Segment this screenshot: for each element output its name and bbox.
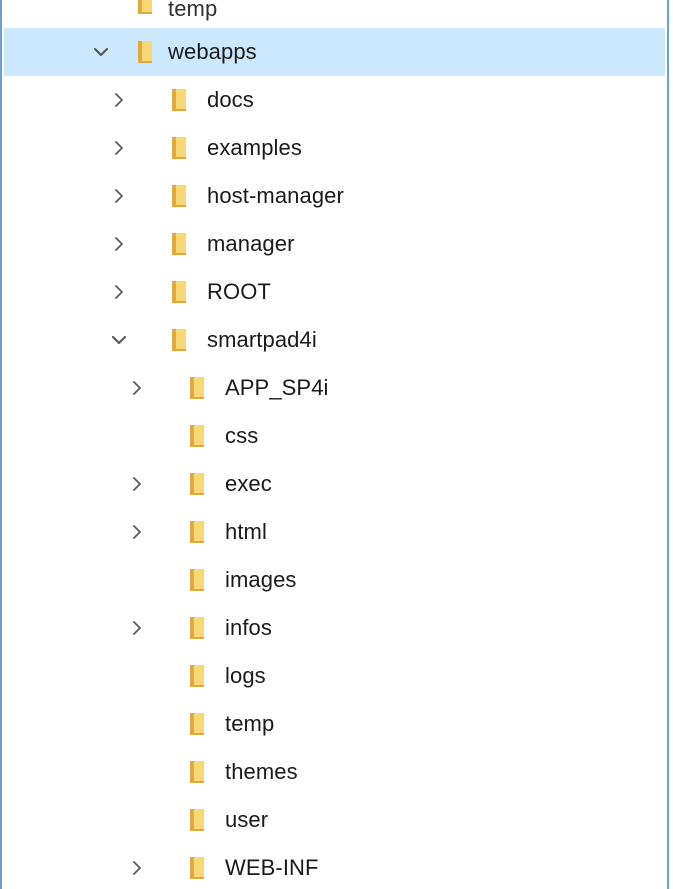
tree-item-smartpad4i[interactable]: smartpad4i — [4, 316, 665, 364]
tree-item-label: user — [225, 807, 269, 832]
folder-icon — [172, 233, 186, 255]
tree-item-label: html — [225, 519, 267, 544]
folder-icon — [190, 617, 204, 639]
tree-item-themes[interactable]: themes — [4, 748, 665, 796]
tree-item-label: APP_SP4i — [225, 375, 329, 400]
folder-icon — [190, 521, 204, 543]
tree-item-label: temp — [225, 711, 275, 736]
folder-icon — [190, 569, 204, 591]
tree-item-app-sp4i[interactable]: APP_SP4i — [4, 364, 665, 412]
tree-item-manager[interactable]: manager — [4, 220, 665, 268]
chevron-right-icon[interactable] — [107, 136, 131, 160]
folder-icon — [190, 473, 204, 495]
tree-item-exec[interactable]: exec — [4, 460, 665, 508]
tree-item-root[interactable]: ROOT — [4, 268, 665, 316]
tree-item-css[interactable]: css — [4, 412, 665, 460]
tree-item-label: themes — [225, 759, 298, 784]
folder-icon — [190, 857, 204, 879]
tree-item-label: docs — [207, 87, 254, 112]
chevron-right-icon[interactable] — [107, 88, 131, 112]
tree-item-label: images — [225, 567, 297, 592]
chevron-right-icon[interactable] — [125, 616, 149, 640]
tree-item-label: logs — [225, 663, 266, 688]
folder-icon — [190, 761, 204, 783]
tree-item-temp[interactable]: temp — [4, 0, 665, 26]
chevron-down-icon[interactable] — [107, 328, 131, 352]
folder-icon — [190, 665, 204, 687]
tree-item-docs[interactable]: docs — [4, 76, 665, 124]
tree-item-temp[interactable]: temp — [4, 700, 665, 748]
tree-item-label: css — [225, 423, 259, 448]
tree-item-infos[interactable]: infos — [4, 604, 665, 652]
navigation-pane: temp webapps docs examples host-manager manag… — [0, 0, 669, 889]
tree-item-label: infos — [225, 615, 272, 640]
tree-item-webapps[interactable]: webapps — [4, 28, 665, 76]
tree-item-html[interactable]: html — [4, 508, 665, 556]
tree-item-logs[interactable]: logs — [4, 652, 665, 700]
chevron-right-icon[interactable] — [125, 376, 149, 400]
folder-icon — [190, 377, 204, 399]
folder-icon — [172, 185, 186, 207]
chevron-right-icon[interactable] — [125, 520, 149, 544]
folder-icon — [172, 89, 186, 111]
folder-icon — [172, 329, 186, 351]
folder-icon — [190, 425, 204, 447]
tree-item-label: host-manager — [207, 183, 344, 208]
tree-item-examples[interactable]: examples — [4, 124, 665, 172]
chevron-down-icon[interactable] — [89, 40, 113, 64]
tree-item-web-inf[interactable]: WEB-INF — [4, 844, 665, 889]
folder-icon — [190, 809, 204, 831]
folder-icon — [172, 137, 186, 159]
tree-item-label: temp — [168, 0, 218, 21]
folder-icon — [190, 713, 204, 735]
chevron-right-icon[interactable] — [107, 184, 131, 208]
tree-item-label: WEB-INF — [225, 855, 319, 880]
chevron-right-icon[interactable] — [125, 856, 149, 880]
tree-item-label: webapps — [168, 39, 257, 64]
tree-item-user[interactable]: user — [4, 796, 665, 844]
tree-item-host-manager[interactable]: host-manager — [4, 172, 665, 220]
tree-item-label: ROOT — [207, 279, 271, 304]
folder-icon — [138, 0, 152, 14]
tree-item-label: smartpad4i — [207, 327, 317, 352]
tree-item-label: manager — [207, 231, 295, 256]
tree-item-images[interactable]: images — [4, 556, 665, 604]
tree-item-label: examples — [207, 135, 302, 160]
chevron-right-icon[interactable] — [107, 232, 131, 256]
folder-icon — [172, 281, 186, 303]
chevron-right-icon[interactable] — [107, 280, 131, 304]
chevron-right-icon[interactable] — [125, 472, 149, 496]
folder-icon — [138, 41, 152, 63]
tree-item-label: exec — [225, 471, 272, 496]
